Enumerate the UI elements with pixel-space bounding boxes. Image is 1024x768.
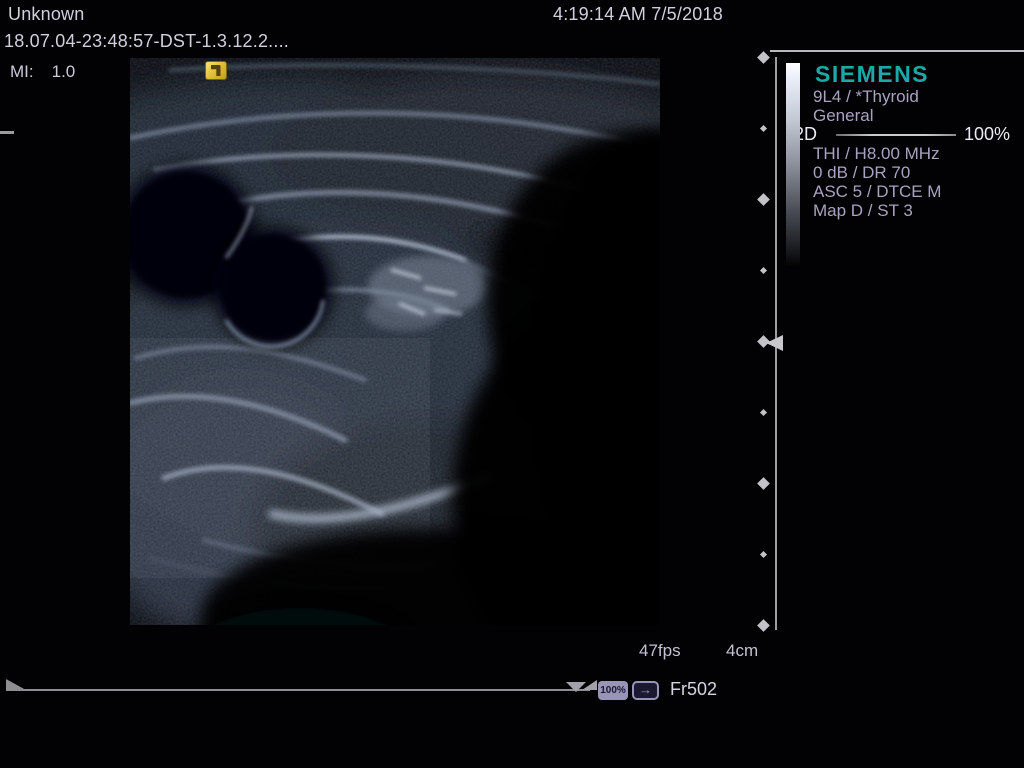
frame-rate: 47fps [639, 641, 681, 661]
left-edge-mark [0, 131, 14, 134]
param-thi-freq: THI / H8.00 MHz [813, 144, 940, 164]
probe-preset: 9L4 / *Thyroid [813, 87, 919, 107]
grayscale-bar [786, 63, 800, 268]
mi-label: MI: [10, 62, 34, 81]
ultrasound-screen: Unknown 18.07.04-23:48:57-DST-1.3.12.2..… [0, 0, 1024, 768]
panel-separator [770, 50, 1024, 52]
focus-marker[interactable] [766, 335, 783, 351]
frame-number: Fr502 [670, 679, 717, 700]
cine-scrubber-wedge [582, 680, 597, 690]
depth-tick [760, 409, 767, 416]
ultrasound-render [130, 58, 660, 625]
depth-tick [760, 267, 767, 274]
depth-tick [760, 551, 767, 558]
timestamp: 4:19:14 AM 7/5/2018 [553, 4, 723, 25]
param-map-st: Map D / ST 3 [813, 201, 913, 221]
mi-index: MI: 1.0 [10, 62, 75, 82]
cine-bar[interactable] [6, 689, 590, 691]
depth-tick [760, 125, 767, 132]
depth-tick-3cm [757, 477, 770, 490]
param-db-dr: 0 dB / DR 70 [813, 163, 910, 183]
depth-tick-1cm [757, 193, 770, 206]
depth-tick-0cm [757, 51, 770, 64]
gain-line [836, 134, 956, 136]
play-direction-icon: → [632, 681, 659, 700]
gain-value: 100% [964, 124, 1010, 145]
mi-value: 1.0 [52, 62, 76, 81]
orientation-marker-icon [205, 61, 227, 80]
preset-detail: General [813, 106, 873, 126]
cine-start-marker [6, 679, 26, 690]
zoom-level-badge: 100% [598, 681, 628, 700]
patient-name: Unknown [8, 4, 84, 25]
param-asc-dtce: ASC 5 / DTCE M [813, 182, 941, 202]
siemens-logo: SIEMENS [815, 61, 929, 88]
depth-label: 4cm [726, 641, 758, 661]
study-id: 18.07.04-23:48:57-DST-1.3.12.2.... [4, 31, 289, 52]
depth-tick-4cm [757, 619, 770, 632]
ultrasound-image [130, 58, 660, 625]
